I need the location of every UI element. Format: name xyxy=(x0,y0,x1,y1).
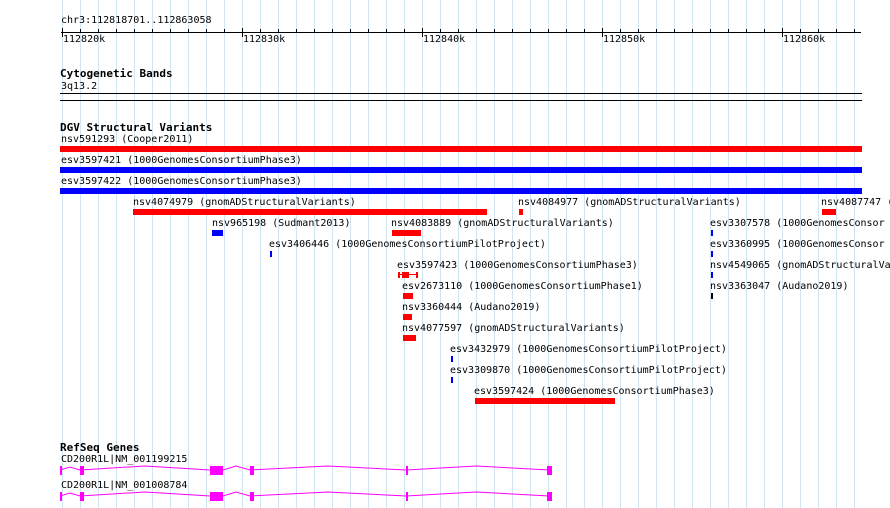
exon-block xyxy=(250,466,254,475)
exon-block xyxy=(60,466,62,475)
transcript-glyph-1[interactable] xyxy=(59,465,552,475)
intron-line xyxy=(59,491,550,497)
intron-line xyxy=(59,465,550,471)
exon-block xyxy=(80,466,84,475)
transcript-glyph-2[interactable] xyxy=(59,491,552,501)
exon-block xyxy=(406,492,408,501)
exon-block xyxy=(250,492,254,501)
exon-block xyxy=(60,492,62,501)
exon-block xyxy=(210,492,223,501)
exon-block xyxy=(547,466,552,475)
exon-block xyxy=(210,466,223,475)
exon-block xyxy=(406,466,408,475)
refseq-transcripts xyxy=(59,465,552,501)
exon-block xyxy=(80,492,84,501)
exon-block xyxy=(547,492,552,501)
